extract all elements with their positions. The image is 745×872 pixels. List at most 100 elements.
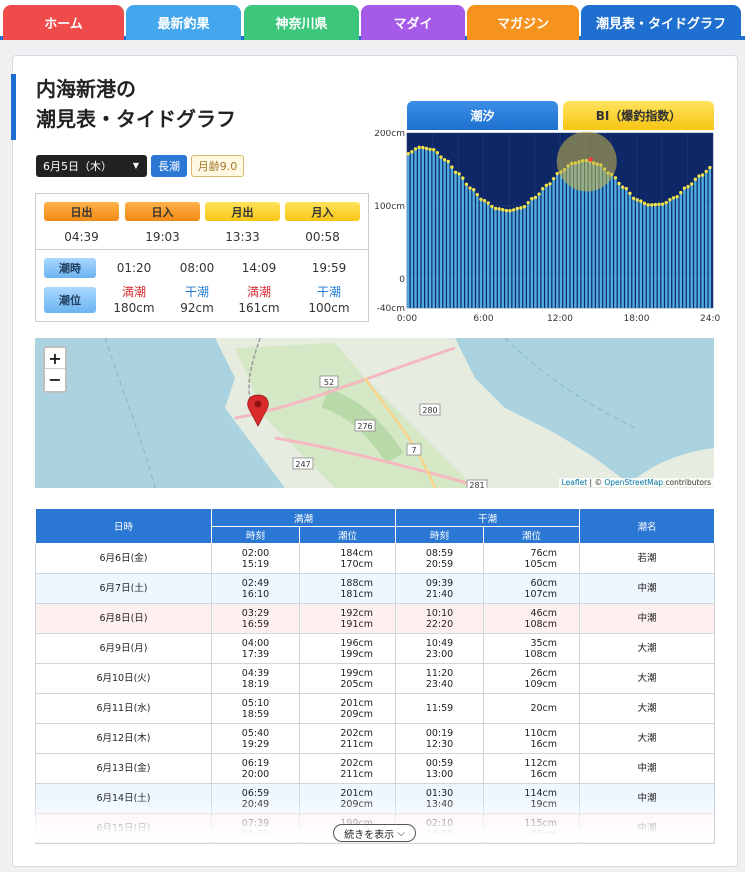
cell-high-time-value: 18:19 — [241, 678, 270, 690]
current-time-marker — [588, 157, 593, 162]
nav-tab-home[interactable]: ホーム — [3, 5, 124, 40]
map[interactable]: 52 280 276 7 247 281 — [35, 338, 714, 488]
nav-tab-label: 神奈川県 — [275, 17, 328, 32]
chart-bar — [683, 189, 686, 308]
tide-event-level: 100cm — [308, 301, 350, 315]
chart-bar — [407, 154, 410, 308]
road-shield: 280 — [419, 403, 441, 416]
chart-bar — [552, 179, 555, 308]
cell-date: 6月10日(火) — [35, 663, 212, 694]
chart-bar — [610, 175, 613, 308]
cell-low-time-value: 13:00 — [425, 768, 454, 780]
nav-tab-kanagawa[interactable]: 神奈川県 — [244, 5, 359, 40]
header-low-time: 時刻 — [395, 526, 485, 544]
tide-type-badge: 長潮 — [151, 155, 187, 177]
nav-tab-madai[interactable]: マダイ — [361, 5, 465, 40]
chart-point — [421, 145, 425, 150]
cell-high-time-value: 16:59 — [241, 618, 270, 630]
cell-high-level-value: 201cm — [340, 697, 374, 709]
cell-low-level-value: 16cm — [530, 768, 558, 780]
chart-bar — [512, 210, 515, 308]
nav-tab-magazine[interactable]: マガジン — [467, 5, 579, 40]
chart-bar — [708, 168, 712, 308]
chart-bar — [632, 199, 635, 308]
cell-low-level: 20cm — [483, 693, 581, 724]
cell-high-time: 03:29 16:59 — [211, 603, 300, 634]
cell-high-level-value: 205cm — [340, 678, 374, 690]
cell-low-time-value: 09:39 — [425, 577, 454, 589]
page-title: 内海新港の 潮見表・タイドグラフ — [11, 74, 371, 140]
nav-tab-tide-table[interactable]: 潮見表・タイドグラフ — [581, 5, 741, 40]
chart-point — [530, 196, 534, 201]
cell-low-level-value: 60cm — [530, 577, 558, 589]
chart-bar — [476, 195, 479, 308]
chart-point — [690, 182, 694, 186]
cell-high-level-value: 199cm — [340, 667, 374, 679]
chart-point — [697, 174, 701, 178]
moonrise-value: 13:33 — [225, 230, 260, 244]
cell-high-level-value: 170cm — [340, 558, 374, 570]
sunrise-label: 日出 — [44, 202, 119, 221]
chart-point — [657, 202, 661, 206]
chart-bar — [603, 170, 606, 308]
chart-point — [679, 190, 683, 195]
chart-point — [504, 208, 509, 213]
chart-bar — [421, 148, 425, 308]
chart-point — [555, 171, 559, 176]
chart-bar — [668, 200, 672, 308]
y-tick-label: 0 — [399, 275, 405, 285]
cell-low-level-value: 46cm — [530, 607, 558, 619]
zoom-in-button[interactable]: + — [45, 348, 65, 369]
y-tick-label: 200cm — [374, 130, 405, 139]
zoom-out-button[interactable]: − — [45, 369, 65, 390]
map-tiles: 52 280 276 7 247 281 — [104, 338, 714, 488]
chart-bar — [690, 185, 693, 308]
chart-point — [668, 197, 672, 202]
osm-link[interactable]: OpenStreetMap — [604, 478, 663, 487]
cell-low-time-value: 21:40 — [425, 588, 454, 600]
date-select[interactable]: 6月5日（木） ▼ — [36, 155, 147, 177]
svg-text:276: 276 — [357, 422, 372, 431]
chart-point — [639, 199, 643, 203]
chart-point — [522, 204, 527, 209]
cell-low-time-value: 00:59 — [425, 757, 454, 769]
tab-bite-index[interactable]: BI（爆釣指数） — [563, 101, 714, 130]
nav-tab-label: 最新釣果 — [157, 17, 210, 32]
chart-point — [693, 177, 698, 181]
cell-date: 6月6日(金) — [35, 543, 212, 574]
chart-bar — [643, 204, 646, 308]
header-high-level: 潮位 — [298, 526, 397, 544]
leaflet-link[interactable]: Leaflet — [562, 478, 588, 487]
nav-tab-latest-catch[interactable]: 最新釣果 — [126, 5, 241, 40]
cell-high-time-value: 18:59 — [241, 708, 270, 720]
chart-bar — [483, 201, 486, 308]
cell-high-level: 201cm209cm — [298, 693, 397, 724]
cell-low-time-value: 11:20 — [425, 667, 454, 679]
chart-bar — [614, 178, 617, 308]
chart-point — [475, 192, 480, 197]
chart-point — [624, 186, 628, 191]
cell-high-time-value: 16:10 — [241, 588, 270, 600]
cell-date: 6月8日(日) — [35, 603, 212, 634]
chart-point — [511, 208, 516, 212]
chart-point — [537, 192, 541, 196]
chart-bar — [417, 148, 421, 308]
chart-point — [497, 207, 501, 211]
cell-low-time-value: 20:59 — [425, 558, 454, 570]
show-more-label: 続きを表示 — [344, 829, 395, 841]
chart-bar — [516, 209, 519, 308]
cell-high-level: 192cm 191cm — [298, 603, 397, 634]
cell-high-time-value: 20:00 — [241, 768, 270, 780]
chart-bar — [487, 203, 490, 308]
cell-low-time: 11:59 — [395, 693, 485, 724]
chart-bar — [694, 180, 697, 308]
cell-date: 6月11日(水) — [35, 693, 212, 724]
chart-point — [635, 198, 639, 202]
cell-date: 6月13日(金) — [35, 753, 212, 784]
chart-point — [417, 145, 421, 150]
show-more-button[interactable]: 続きを表示 ⌵ — [333, 824, 416, 842]
sunset-label: 日入 — [125, 202, 200, 221]
tab-tide[interactable]: 潮汐 — [407, 101, 558, 130]
road-shield: 247 — [292, 457, 314, 470]
chart-point — [544, 183, 549, 188]
